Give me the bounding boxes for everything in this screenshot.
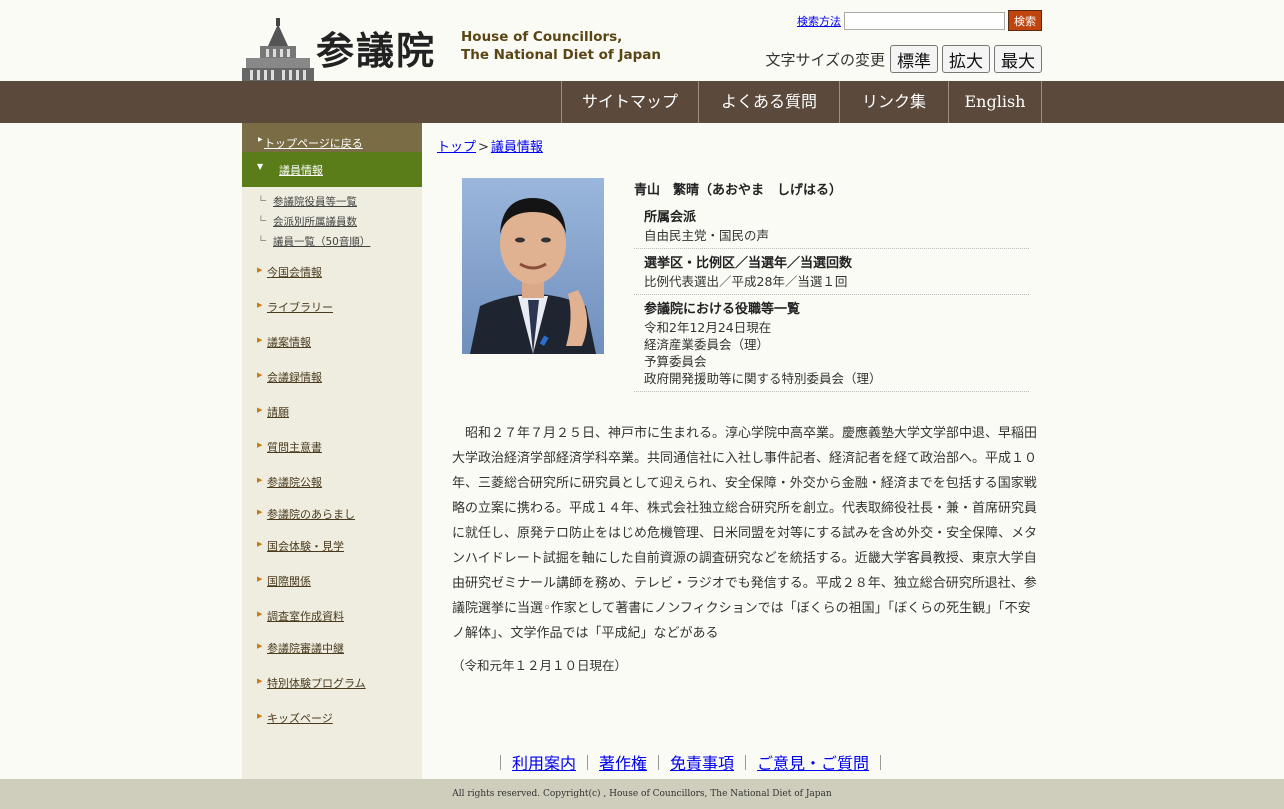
logo-kanji: 参議院 <box>316 28 437 73</box>
breadcrumb-top-link[interactable]: トップ <box>437 140 476 155</box>
nav-links[interactable]: リンク集 <box>840 81 949 123</box>
font-size-switcher: 文字サイズの変更 標準 拡大 最大 <box>765 45 1042 73</box>
footer-links: 利用案内 著作権 免責事項 ご意見・ご質問 <box>500 750 882 774</box>
sidebar-item-label[interactable]: 請願 <box>267 404 289 420</box>
sidebar-back-to-top[interactable]: ▶ トップページに戻る <box>242 123 422 152</box>
font-size-normal-button[interactable]: 標準 <box>890 45 938 73</box>
global-nav: サイトマップ よくある質問 リンク集 English <box>0 81 1284 123</box>
logo-english-line2: The National Diet of Japan <box>461 47 661 63</box>
footer-divider <box>880 754 882 770</box>
member-portrait-icon <box>462 178 604 354</box>
biography-as-of: （令和元年１２月１０日現在） <box>452 658 628 673</box>
footer-divider <box>658 754 660 770</box>
info-row-roles: 参議院における役職等一覧 令和2年12月24日現在 経済産業委員会（理） 予算委… <box>634 295 1029 392</box>
sidebar-item-label[interactable]: 今国会情報 <box>267 264 322 280</box>
sidebar-subitem-label[interactable]: 議員一覧（50音順） <box>273 234 370 249</box>
diet-building-icon <box>242 18 314 82</box>
corner-icon: ∟ <box>259 234 268 245</box>
footer-link-disclaimer[interactable]: 免責事項 <box>670 750 734 774</box>
sidebar-item-label[interactable]: ライブラリー <box>267 299 333 315</box>
corner-icon: ∟ <box>259 194 268 205</box>
header: 参議院 House of Councillors, The National D… <box>242 0 1042 82</box>
breadcrumb: トップ > 議員情報 <box>437 136 543 155</box>
footer-divider <box>587 754 589 770</box>
search-help-link[interactable]: 検索方法 <box>797 13 841 29</box>
search-button[interactable]: 検索 <box>1008 10 1042 31</box>
triangle-right-icon: ▶ <box>257 508 263 516</box>
party-label: 所属会派 <box>644 210 697 225</box>
breadcrumb-separator: > <box>478 140 489 155</box>
sidebar-item-label[interactable]: 議員情報 <box>279 162 323 178</box>
breadcrumb-current-link[interactable]: 議員情報 <box>491 140 543 155</box>
sidebar-item-label[interactable]: キッズページ <box>267 710 333 726</box>
sidebar-item-label[interactable]: 国会体験・見学 <box>267 538 344 554</box>
member-biography: 昭和２７年７月２５日、神戸市に生まれる。淳心学院中高卒業。慶應義塾大学文学部中退… <box>452 426 1038 641</box>
font-size-largest-button[interactable]: 最大 <box>994 45 1042 73</box>
font-size-large-button[interactable]: 拡大 <box>942 45 990 73</box>
nav-faq[interactable]: よくある質問 <box>699 81 840 123</box>
nav-sitemap[interactable]: サイトマップ <box>562 81 699 123</box>
search-area: 検索方法 検索 <box>797 10 1042 31</box>
sidebar-item-label[interactable]: 会議録情報 <box>267 369 322 385</box>
district-label: 選挙区・比例区／当選年／当選回数 <box>644 256 853 271</box>
triangle-right-icon: ▶ <box>257 575 263 583</box>
member-name: 青山 繁晴（あおやま しげはる） <box>634 183 843 198</box>
member-photo <box>462 178 604 354</box>
copyright-bar: All rights reserved. Copyright(c) , Hous… <box>0 779 1284 809</box>
sidebar-item-label[interactable]: 特別体験プログラム <box>267 675 366 691</box>
footer-link-usage[interactable]: 利用案内 <box>512 750 576 774</box>
triangle-right-icon: ▶ <box>257 336 263 344</box>
site-logo[interactable]: 参議院 House of Councillors, The National D… <box>242 18 662 82</box>
triangle-right-icon: ▶ <box>257 540 263 548</box>
sidebar-subitem-label[interactable]: 参議院役員等一覧 <box>273 194 357 209</box>
triangle-right-icon: ▶ <box>257 712 263 720</box>
triangle-right-icon: ▶ <box>258 136 263 143</box>
footer-divider <box>500 754 501 770</box>
triangle-right-icon: ▶ <box>257 301 263 309</box>
role-item: 予算委員会 <box>644 354 707 369</box>
role-item: 政府開発援助等に関する特別委員会（理） <box>644 371 882 386</box>
sidebar-item-label[interactable]: 質問主意書 <box>267 439 322 455</box>
role-item: 経済産業委員会（理） <box>644 337 770 352</box>
sidebar-subitem-member-list[interactable]: ∟ 議員一覧（50音順） <box>242 230 422 250</box>
footer-link-copyright[interactable]: 著作権 <box>599 750 647 774</box>
back-to-top-link[interactable]: トップページに戻る <box>264 137 363 150</box>
triangle-right-icon: ▶ <box>257 406 263 414</box>
sidebar: ▶ トップページに戻る ▼ 議員情報 ∟ 参議院役員等一覧 ∟ 会派別所属議員数… <box>242 123 422 779</box>
member-info-table: 所属会派 自由民主党・国民の声 選挙区・比例区／当選年／当選回数 比例代表選出／… <box>634 203 1029 392</box>
roles-date: 令和2年12月24日現在 <box>644 320 772 335</box>
font-size-label: 文字サイズの変更 <box>765 50 885 69</box>
logo-english: House of Councillors, The National Diet … <box>461 28 661 64</box>
sidebar-item-label[interactable]: 議案情報 <box>267 334 311 350</box>
district-value: 比例代表選出／平成28年／当選１回 <box>644 274 848 289</box>
triangle-down-icon: ▼ <box>257 162 264 171</box>
triangle-right-icon: ▶ <box>257 677 263 685</box>
roles-label: 参議院における役職等一覧 <box>644 302 801 317</box>
triangle-right-icon: ▶ <box>257 476 263 484</box>
footer-link-feedback[interactable]: ご意見・ご質問 <box>757 750 869 774</box>
sidebar-subitem-party-counts[interactable]: ∟ 会派別所属議員数 <box>242 210 422 230</box>
triangle-right-icon: ▶ <box>257 642 263 650</box>
sidebar-subitem-label[interactable]: 会派別所属議員数 <box>273 214 357 229</box>
party-value: 自由民主党・国民の声 <box>644 228 770 243</box>
sidebar-item-label[interactable]: 参議院のあらまし <box>267 506 355 522</box>
sidebar-item-label[interactable]: 調査室作成資料 <box>267 608 344 624</box>
info-row-party: 所属会派 自由民主党・国民の声 <box>634 203 1029 249</box>
triangle-right-icon: ▶ <box>257 610 263 618</box>
footer-divider <box>745 754 747 770</box>
sidebar-item-label[interactable]: 参議院審議中継 <box>267 640 344 656</box>
triangle-right-icon: ▶ <box>257 371 263 379</box>
corner-icon: ∟ <box>259 214 268 225</box>
search-input[interactable] <box>844 11 1005 30</box>
info-row-district: 選挙区・比例区／当選年／当選回数 比例代表選出／平成28年／当選１回 <box>634 249 1029 295</box>
nav-english[interactable]: English <box>949 81 1042 123</box>
triangle-right-icon: ▶ <box>257 441 263 449</box>
sidebar-item-label[interactable]: 国際関係 <box>267 573 311 589</box>
sidebar-item-label[interactable]: 参議院公報 <box>267 474 322 490</box>
logo-english-line1: House of Councillors, <box>461 29 623 45</box>
triangle-right-icon: ▶ <box>257 266 263 274</box>
sidebar-item-member-info[interactable]: ▼ 議員情報 <box>242 152 422 187</box>
sidebar-subitem-officers[interactable]: ∟ 参議院役員等一覧 <box>242 190 422 210</box>
